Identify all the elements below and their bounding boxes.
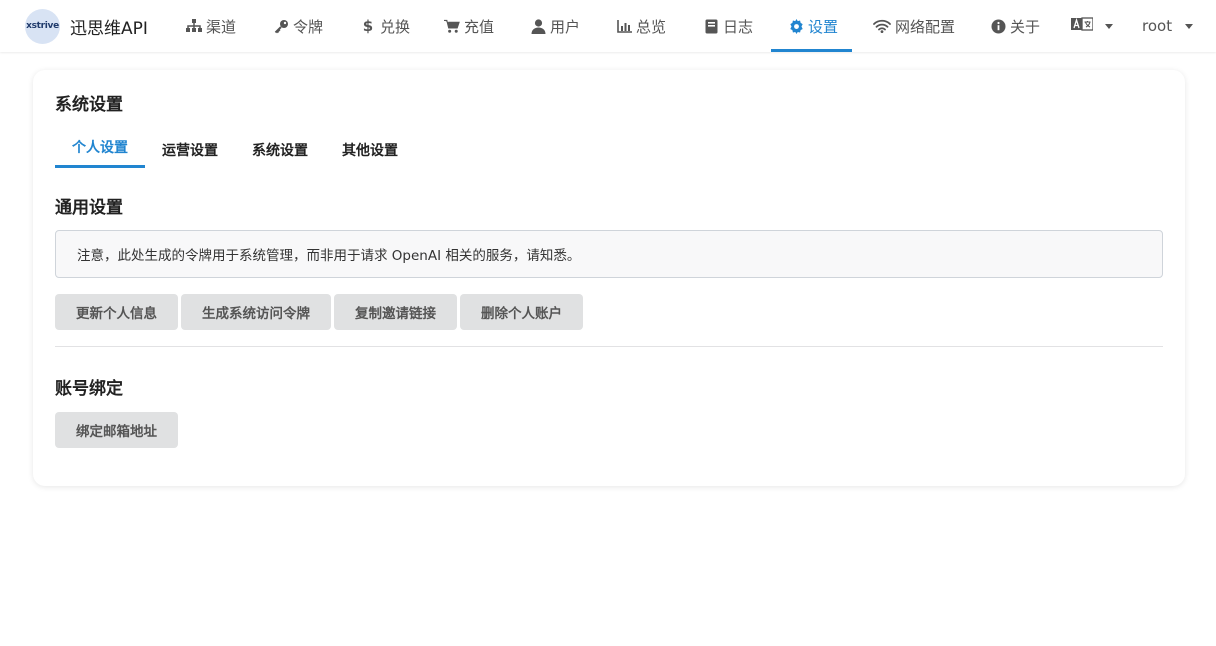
page-title: 系统设置 <box>55 95 123 115</box>
generate-access-token-button[interactable]: 生成系统访问令牌 <box>181 294 331 330</box>
brand-name: 迅思维API <box>70 18 148 39</box>
settings-card: 系统设置 个人设置 运营设置 系统设置 其他设置 通用设置 注意，此处生成的令牌… <box>33 70 1185 486</box>
nav-item-about[interactable]: 关于 <box>990 0 1040 52</box>
nav-label: 总览 <box>636 17 667 36</box>
nav-item-users[interactable]: 用户 <box>530 0 580 52</box>
nav-label: 日志 <box>723 17 754 36</box>
top-navbar: xstrive 迅思维API 渠道 令牌 $ 兑换 充值 用户 总览 日志 设置… <box>0 0 1216 52</box>
user-icon <box>530 18 546 34</box>
nav-label: 令牌 <box>293 17 324 36</box>
nav-label: 设置 <box>808 17 839 36</box>
nav-label: 渠道 <box>206 17 237 36</box>
binding-actions: 绑定邮箱地址 <box>55 412 178 448</box>
bind-email-button[interactable]: 绑定邮箱地址 <box>55 412 178 448</box>
chevron-down-icon <box>1185 23 1194 29</box>
translate-icon <box>1071 17 1094 35</box>
sitemap-icon <box>186 18 202 34</box>
nav-item-topup[interactable]: 充值 <box>444 0 494 52</box>
nav-item-tokens[interactable]: 令牌 <box>273 0 323 52</box>
account-binding-heading: 账号绑定 <box>55 379 123 399</box>
general-settings-heading: 通用设置 <box>55 198 123 218</box>
brand[interactable]: xstrive 迅思维API <box>25 8 148 44</box>
user-menu[interactable]: root <box>1142 0 1194 52</box>
notice-message: 注意，此处生成的令牌用于系统管理，而非用于请求 OpenAI 相关的服务，请知悉… <box>55 230 1163 278</box>
delete-account-button[interactable]: 删除个人账户 <box>460 294 583 330</box>
general-actions: 更新个人信息 生成系统访问令牌 复制邀请链接 删除个人账户 <box>55 294 583 330</box>
chevron-down-icon <box>1105 23 1113 29</box>
info-icon <box>990 18 1006 34</box>
cart-icon <box>444 18 460 34</box>
bar-chart-icon <box>616 18 632 34</box>
tab-system-settings[interactable]: 系统设置 <box>235 132 325 168</box>
gear-icon <box>788 18 804 34</box>
nav-item-settings[interactable]: 设置 <box>770 0 853 52</box>
wifi-icon <box>873 18 891 34</box>
tab-personal-settings[interactable]: 个人设置 <box>55 132 145 168</box>
nav-label: 兑换 <box>380 17 411 36</box>
divider <box>55 346 1163 347</box>
username: root <box>1142 17 1173 35</box>
nav-item-redeem[interactable]: $ 兑换 <box>360 0 410 52</box>
copy-invite-link-button[interactable]: 复制邀请链接 <box>334 294 457 330</box>
nav-item-logs[interactable]: 日志 <box>703 0 753 52</box>
logo: xstrive <box>25 8 60 44</box>
language-dropdown[interactable] <box>1071 0 1113 52</box>
nav-label: 关于 <box>1010 17 1041 36</box>
nav-label: 网络配置 <box>895 17 956 36</box>
key-icon <box>273 18 289 34</box>
book-icon <box>703 18 719 34</box>
tab-other-settings[interactable]: 其他设置 <box>325 132 415 168</box>
nav-label: 充值 <box>464 17 495 36</box>
nav-item-channels[interactable]: 渠道 <box>186 0 236 52</box>
nav-label: 用户 <box>550 17 581 36</box>
tab-operation-settings[interactable]: 运营设置 <box>145 132 235 168</box>
settings-tabs: 个人设置 运营设置 系统设置 其他设置 <box>55 132 415 168</box>
dollar-icon: $ <box>362 17 374 35</box>
nav-item-network[interactable]: 网络配置 <box>873 0 955 52</box>
nav-item-overview[interactable]: 总览 <box>616 0 666 52</box>
update-profile-button[interactable]: 更新个人信息 <box>55 294 178 330</box>
